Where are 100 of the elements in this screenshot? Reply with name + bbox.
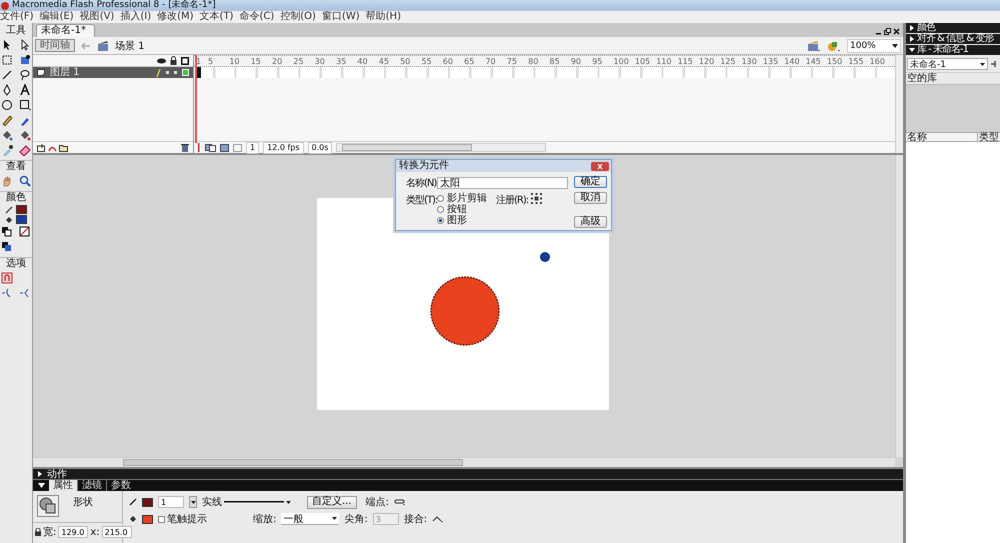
menu-item[interactable]: 编辑(E) [40,11,74,23]
panel-header[interactable]: 库 - 未命名-1 [906,45,1000,55]
lasso-icon[interactable] [19,69,31,81]
layer-row[interactable]: 图层 1 [33,67,193,78]
menu-item[interactable]: 命令(C) [239,11,274,23]
add-layer-icon[interactable] [37,144,46,152]
vertical-scrollbar[interactable] [895,155,903,457]
library-dropdown[interactable]: 未命名-1 [907,58,988,70]
fill-color-swatch[interactable] [142,514,153,524]
x-field[interactable]: 215.0 [102,526,132,538]
expanded-triangle-icon[interactable] [909,47,915,53]
lock-icon[interactable] [35,528,41,536]
radio-icon[interactable] [437,195,444,202]
onion-outline-icon[interactable] [220,144,229,152]
collapsed-triangle-icon[interactable] [37,471,43,477]
join-style-icon[interactable] [432,516,444,522]
edit-scene-icon[interactable] [807,40,821,52]
trash-icon[interactable] [181,143,189,152]
stroke-color-swatch[interactable] [142,498,153,506]
arrow-icon[interactable] [1,39,13,51]
stroke-style-dropdown[interactable]: 实线 [202,496,298,508]
paint-bucket-icon[interactable] [19,129,31,141]
panel-header[interactable]: 颜色 [906,23,1000,33]
ink-bottle-icon[interactable] [1,129,13,141]
gradient-transform-icon[interactable] [19,54,31,66]
pin-icon[interactable] [990,60,999,68]
timeline-button[interactable]: 时间轴 [35,39,75,52]
menu-item[interactable]: 修改(M) [157,11,194,23]
menu-item[interactable]: 控制(O) [280,11,316,23]
actions-panel-header[interactable]: 动作 [33,467,903,479]
layer-name: 图层 1 [50,67,80,78]
smooth-icon[interactable] [1,287,13,299]
collapsed-triangle-icon[interactable] [909,36,915,42]
name-field[interactable]: 太阳 [437,177,568,189]
vertical-scrollbar[interactable] [895,55,903,153]
text-tool-icon[interactable] [19,84,31,96]
dialog-button[interactable]: 取消 [574,192,607,204]
lock-icon[interactable] [170,56,177,65]
menu-item[interactable]: 插入(I) [120,11,152,23]
snap-magnet-icon[interactable] [1,272,13,284]
panel-header[interactable]: 对齐 & 信息 & 变形 [906,34,1000,44]
zoom-icon[interactable] [19,175,31,187]
center-frame-icon[interactable] [196,143,201,152]
menu-item[interactable]: 帮助(H) [366,11,401,23]
cap-style-icon[interactable] [394,498,406,506]
collapsed-triangle-icon[interactable] [909,25,915,31]
type-radio[interactable]: 影片剪辑 [437,193,487,204]
hand-icon[interactable] [1,175,13,187]
straighten-icon[interactable] [19,287,31,299]
radio-selected-icon[interactable] [437,217,444,224]
swap-colors-icon[interactable] [1,241,13,253]
onion-skin-icon[interactable] [205,144,216,152]
free-transform-icon[interactable] [1,54,13,66]
type-radio[interactable]: 按钮 [437,204,487,215]
horizontal-scrollbar[interactable] [336,143,546,152]
properties-tab[interactable]: 属性 [49,480,78,491]
subselect-icon[interactable] [19,39,31,51]
frame-ruler[interactable]: 1 5 10 15 20 25 30 35 40 45 50 55 60 65 70 75 80 85 90 95 100 105 110 115 120 125 130 135 140 145 150 155 160 [194,55,895,67]
pencil-icon[interactable] [1,114,13,126]
scale-dropdown[interactable]: 一般 [281,513,340,525]
scroll-thumb[interactable] [342,144,472,151]
no-color-icon[interactable] [19,226,31,238]
close-icon[interactable] [893,28,900,34]
frame-rate[interactable]: 12.0 fps [263,142,304,154]
circle-shape[interactable] [430,276,500,346]
line-icon[interactable] [1,69,13,81]
menu-item[interactable]: 视图(V) [80,11,114,23]
eye-icon[interactable] [157,58,166,64]
dialog-button[interactable]: 高级 [574,216,607,228]
restore-icon[interactable] [884,28,891,34]
stroke-height-field[interactable]: 1 [158,496,184,508]
scroll-thumb[interactable] [123,459,463,466]
dialog-button[interactable]: 确定 [574,176,607,188]
default-colors-icon[interactable] [1,226,13,238]
collapse-triangle-icon[interactable] [38,483,45,488]
edit-frames-icon[interactable] [233,144,242,152]
oval-icon[interactable] [1,99,13,111]
radio-icon[interactable] [437,206,444,213]
rectangle-icon[interactable] [19,99,31,111]
zoom-dropdown[interactable]: 100% [847,38,901,52]
fill-color-swatch[interactable] [16,215,27,224]
eraser-icon[interactable] [19,144,31,156]
edit-symbol-icon[interactable] [827,40,841,52]
outline-color-icon[interactable] [182,69,189,76]
column-header[interactable]: 类型 [978,133,1000,141]
stroke-height-dropdown[interactable] [189,496,197,508]
type-radio[interactable]: 图形 [437,215,487,226]
dot-shape[interactable] [540,252,550,262]
registration-grid-icon[interactable] [531,193,542,204]
stroke-color-swatch[interactable] [16,205,27,214]
horizontal-scrollbar[interactable] [33,457,895,467]
folder-icon[interactable] [59,144,68,152]
pen-icon[interactable] [1,84,13,96]
width-field[interactable]: 129.0 [58,526,88,538]
document-tab[interactable]: 未命名-1* [36,24,95,37]
properties-tab[interactable]: 参数 [107,480,135,491]
custom-button[interactable]: 自定义... [307,496,357,508]
hinting-checkbox[interactable]: 笔触提示 [158,512,248,526]
eyedropper-icon[interactable] [1,144,13,156]
outline-icon[interactable] [181,56,189,64]
